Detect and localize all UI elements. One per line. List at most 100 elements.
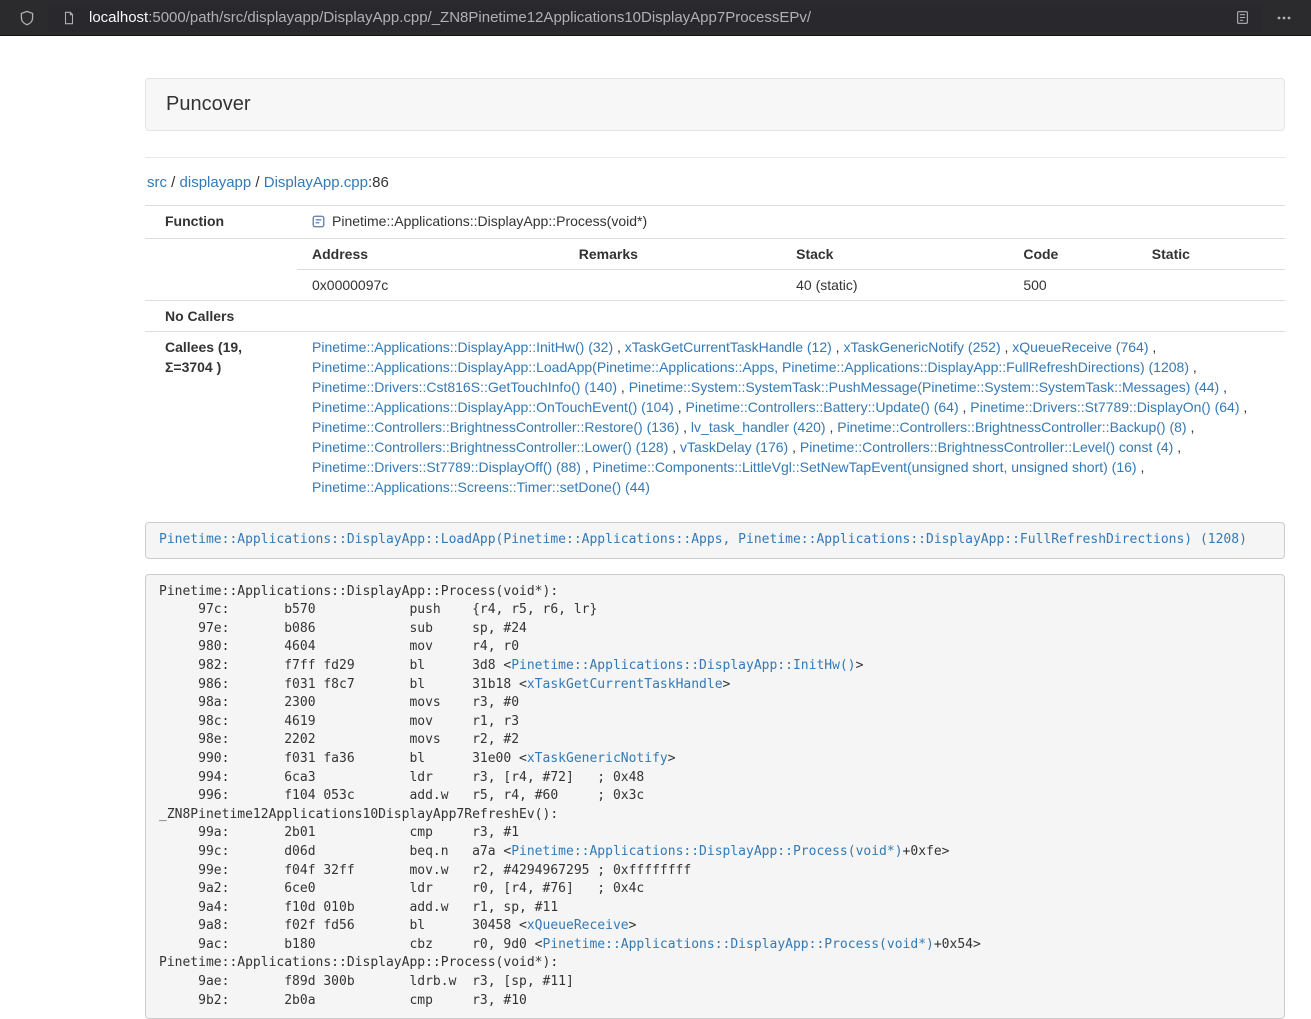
callee-link[interactable]: Pinetime::Controllers::BrightnessControl… [800, 439, 1173, 455]
stats-value: 0x0000097c [297, 270, 564, 301]
function-table: Function Pinetime::Applications::Display… [145, 205, 1285, 502]
asm-line: 98c: 4619 mov r1, r3 [159, 713, 1271, 732]
stats-header-row: AddressRemarksStackCodeStatic [297, 239, 1285, 270]
asm-line: 990: f031 fa36 bl 31e00 <xTaskGenericNot… [159, 750, 1271, 769]
asm-line: 996: f104 053c add.w r5, r4, #60 ; 0x3c [159, 787, 1271, 806]
callee-separator: , [832, 339, 844, 355]
callee-link[interactable]: Pinetime::Controllers::BrightnessControl… [312, 439, 668, 455]
callee-separator: , [959, 399, 971, 415]
callee-separator: , [1148, 339, 1156, 355]
stats-table: AddressRemarksStackCodeStatic 0x0000097c… [297, 239, 1285, 300]
stats-header: Stack [781, 239, 1008, 270]
asm-line: 982: f7ff fd29 bl 3d8 <Pinetime::Applica… [159, 657, 1271, 676]
breadcrumb-link[interactable]: src [147, 174, 167, 191]
stats-header: Code [1008, 239, 1136, 270]
asm-line: 99c: d06d beq.n a7a <Pinetime::Applicati… [159, 843, 1271, 862]
callee-link[interactable]: Pinetime::Drivers::St7789::DisplayOn() (… [970, 399, 1239, 415]
stats-value [564, 270, 781, 301]
asm-symbol-link[interactable]: Pinetime::Applications::DisplayApp::Proc… [543, 937, 934, 952]
callee-separator: , [1187, 419, 1195, 435]
asm-line: 9b2: 2b0a cmp r3, #10 [159, 992, 1271, 1011]
code-header-link[interactable]: Pinetime::Applications::DisplayApp::Load… [159, 532, 1247, 547]
asm-line: 97c: b570 push {r4, r5, r6, lr} [159, 601, 1271, 620]
callee-separator: , [617, 379, 629, 395]
callee-separator: , [826, 419, 838, 435]
callees-label: Callees (19, Σ=3704 ) [145, 332, 297, 503]
callee-link[interactable]: Pinetime::System::SystemTask::PushMessag… [629, 379, 1220, 395]
callee-link[interactable]: Pinetime::Drivers::Cst816S::GetTouchInfo… [312, 379, 617, 395]
stats-header: Remarks [564, 239, 781, 270]
callee-link[interactable]: Pinetime::Drivers::St7789::DisplayOff() … [312, 459, 581, 475]
no-callers-label: No Callers [145, 301, 297, 332]
callee-separator: , [679, 419, 691, 435]
callee-separator: , [1219, 379, 1227, 395]
stats-cell: AddressRemarksStackCodeStatic 0x0000097c… [297, 239, 1285, 301]
stats-header: Address [297, 239, 564, 270]
asm-line: 99a: 2b01 cmp r3, #1 [159, 824, 1271, 843]
breadcrumb-link[interactable]: DisplayApp.cpp [264, 174, 368, 191]
callee-link[interactable]: xQueueReceive (764) [1012, 339, 1148, 355]
site-header: Puncover [145, 78, 1285, 131]
callee-link[interactable]: Pinetime::Controllers::Battery::Update()… [686, 399, 959, 415]
asm-line: 980: 4604 mov r4, r0 [159, 638, 1271, 657]
stats-value-row: 0x0000097c40 (static)500 [297, 270, 1285, 301]
callee-separator: , [581, 459, 593, 475]
stats-row: AddressRemarksStackCodeStatic 0x0000097c… [145, 239, 1285, 301]
asm-symbol-link[interactable]: xQueueReceive [527, 918, 629, 933]
url-text[interactable]: localhost:5000/path/src/displayapp/Displ… [89, 9, 1229, 26]
url-bar[interactable]: localhost:5000/path/src/displayapp/Displ… [48, 4, 1263, 32]
callee-separator: , [1173, 439, 1181, 455]
asm-line: 9a2: 6ce0 ldr r0, [r4, #76] ; 0x4c [159, 880, 1271, 899]
divider [145, 157, 1285, 158]
asm-line: 9ae: f89d 300b ldrb.w r3, [sp, #11] [159, 973, 1271, 992]
asm-line: 97e: b086 sub sp, #24 [159, 620, 1271, 639]
asm-symbol-link[interactable]: Pinetime::Applications::DisplayApp::Proc… [511, 844, 902, 859]
asm-line: 9a8: f02f fd56 bl 30458 <xQueueReceive> [159, 917, 1271, 936]
disassembly-block: Pinetime::Applications::DisplayApp::Proc… [145, 574, 1285, 1019]
asm-line: 986: f031 f8c7 bl 31b18 <xTaskGetCurrent… [159, 676, 1271, 695]
callee-link[interactable]: Pinetime::Controllers::BrightnessControl… [837, 419, 1186, 435]
shield-icon[interactable] [14, 5, 40, 31]
page-info-icon[interactable] [56, 5, 82, 31]
callee-separator: , [674, 399, 686, 415]
callee-separator: , [613, 339, 625, 355]
function-name-cell: Pinetime::Applications::DisplayApp::Proc… [297, 206, 1285, 239]
callee-separator: , [1001, 339, 1013, 355]
breadcrumb-link[interactable]: displayapp [180, 174, 252, 191]
breadcrumb-line-number: :86 [368, 174, 389, 191]
asm-symbol-link[interactable]: Pinetime::Applications::DisplayApp::Init… [511, 658, 855, 673]
callee-link[interactable]: Pinetime::Applications::DisplayApp::Init… [312, 339, 613, 355]
empty-label-cell [145, 239, 297, 301]
asm-line: Pinetime::Applications::DisplayApp::Proc… [159, 583, 1271, 602]
no-callers-row: No Callers [145, 301, 1285, 332]
callee-link[interactable]: vTaskDelay (176) [680, 439, 788, 455]
callee-link[interactable]: Pinetime::Applications::DisplayApp::Load… [312, 359, 1189, 375]
callee-separator: , [788, 439, 800, 455]
more-tools-icon[interactable] [1271, 5, 1297, 31]
main-content: Puncover src / displayapp / DisplayApp.c… [145, 36, 1285, 1019]
stats-value [1137, 270, 1285, 301]
browser-toolbar: localhost:5000/path/src/displayapp/Displ… [0, 0, 1311, 36]
function-icon [312, 213, 325, 233]
breadcrumb: src / displayapp / DisplayApp.cpp:86 [147, 174, 1285, 191]
asm-line: 98a: 2300 movs r3, #0 [159, 694, 1271, 713]
callee-link[interactable]: Pinetime::Applications::DisplayApp::OnTo… [312, 399, 674, 415]
asm-line: 99e: f04f 32ff mov.w r2, #4294967295 ; 0… [159, 862, 1271, 881]
callee-separator: , [668, 439, 680, 455]
callee-link[interactable]: Pinetime::Controllers::BrightnessControl… [312, 419, 679, 435]
callee-separator: , [1189, 359, 1197, 375]
callee-link[interactable]: xTaskGetCurrentTaskHandle (12) [625, 339, 832, 355]
asm-symbol-link[interactable]: xTaskGetCurrentTaskHandle [527, 677, 723, 692]
callees-row: Callees (19, Σ=3704 ) Pinetime::Applicat… [145, 332, 1285, 503]
asm-symbol-link[interactable]: xTaskGenericNotify [527, 751, 668, 766]
breadcrumb-separator: / [251, 174, 264, 191]
callee-link[interactable]: Pinetime::Components::LittleVgl::SetNewT… [593, 459, 1137, 475]
stats-value: 500 [1008, 270, 1136, 301]
url-host: localhost [89, 9, 148, 26]
callee-link[interactable]: lv_task_handler (420) [691, 419, 826, 435]
callee-link[interactable]: xTaskGenericNotify (252) [843, 339, 1000, 355]
function-name: Pinetime::Applications::DisplayApp::Proc… [332, 213, 647, 229]
reader-mode-icon[interactable] [1229, 5, 1255, 31]
callee-separator: , [1240, 399, 1248, 415]
callee-link[interactable]: Pinetime::Applications::Screens::Timer::… [312, 479, 650, 495]
